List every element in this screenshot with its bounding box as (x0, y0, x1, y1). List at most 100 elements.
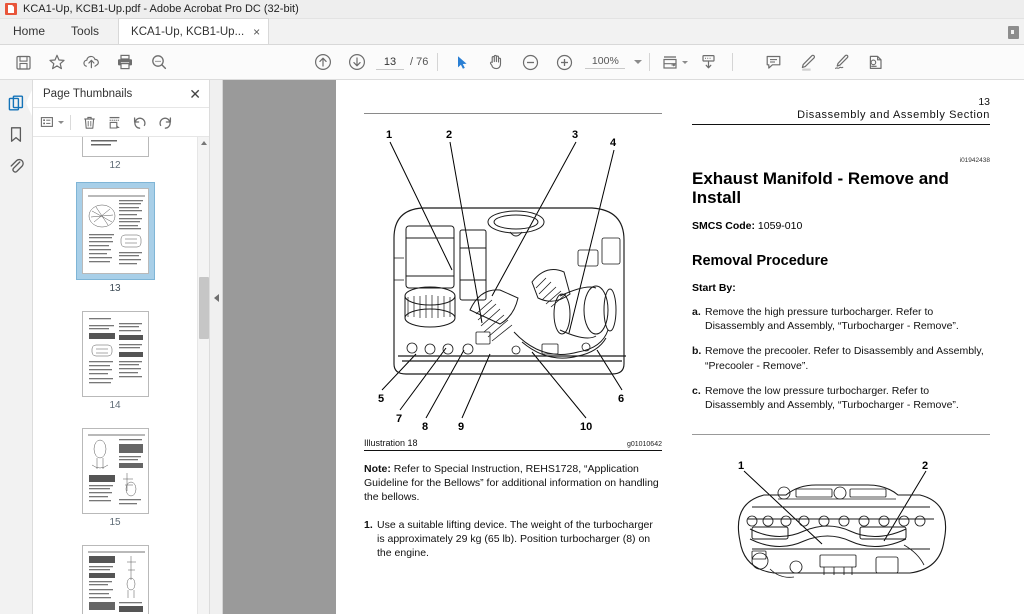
svg-text:8: 8 (422, 421, 428, 433)
scroll-up-icon[interactable] (201, 141, 207, 145)
thumbnail-options-button[interactable] (39, 110, 64, 134)
thumbnail-label: 15 (109, 517, 121, 528)
svg-text:10: 10 (580, 421, 592, 433)
document-viewport[interactable]: 1 2 3 4 5 7 8 9 10 6 Illustration 18 g01… (223, 80, 1024, 614)
page-left-column: 1 2 3 4 5 7 8 9 10 6 Illustration 18 g01… (364, 96, 662, 614)
chevron-down-icon-thumb[interactable] (57, 120, 64, 124)
illustration-18-caption: Illustration 18 g01010642 (364, 438, 662, 451)
collapse-panel-icon[interactable] (214, 294, 219, 302)
fill-and-sign-button[interactable] (824, 47, 858, 77)
fit-page-button[interactable] (657, 47, 691, 77)
svg-text:1: 1 (738, 460, 744, 472)
add-to-favorites-button[interactable] (40, 47, 74, 77)
illustration-19-graphic: 1 2 (692, 449, 990, 599)
step-text: Remove the high pressure turbocharger. R… (705, 306, 959, 333)
toolbar-divider (437, 53, 439, 71)
zoom-level-value: 100% (585, 55, 626, 69)
document-tab-label: KCA1-Up, KCB1-Up... (131, 25, 245, 38)
step-text: Use a suitable lifting device. The weigh… (377, 518, 653, 559)
list-item[interactable]: 14 (33, 311, 197, 411)
main-toolbar: / 76 100% (0, 45, 1024, 80)
page-total-label: / 76 (410, 56, 429, 68)
window-title-bar: KCA1-Up, KCB1-Up.pdf - Adobe Acrobat Pro… (0, 0, 1024, 19)
page-thumbnails-toolbar (33, 107, 209, 137)
svg-text:1: 1 (386, 129, 392, 141)
highlight-text-button[interactable] (790, 47, 824, 77)
menu-tools[interactable]: Tools (58, 18, 112, 44)
list-item[interactable]: 13 (33, 182, 197, 294)
chevron-down-icon-fit[interactable] (681, 60, 688, 64)
thumbnail-label: 12 (109, 160, 121, 171)
close-icon[interactable]: ✕ (189, 87, 201, 101)
illustration-18-graphic: 1 2 3 4 5 7 8 9 10 6 (364, 118, 662, 438)
thumbnail-frame (81, 428, 149, 514)
smcs-label: SMCS Code: (692, 220, 755, 233)
step-label: c. (692, 384, 701, 397)
removal-procedure-heading: Removal Procedure (692, 253, 829, 270)
thumbnail-page (81, 545, 149, 614)
page-thumbnails-title: Page Thumbnails (43, 87, 133, 100)
svg-text:2: 2 (922, 460, 928, 472)
save-button[interactable] (6, 47, 40, 77)
thumbnail-page (81, 188, 149, 274)
close-tab-icon[interactable]: × (253, 26, 260, 38)
smcs-value: 1059-010 (757, 220, 803, 233)
thumbnail-page (81, 137, 149, 157)
svg-text:3: 3 (572, 129, 578, 141)
step-label: a. (692, 306, 701, 319)
page-navigation: / 76 (376, 54, 429, 70)
application-body: Page Thumbnails ✕ 12 13 14 15 1 2 3 4 5 … (0, 80, 1024, 614)
delete-pages-button[interactable] (77, 110, 102, 134)
window-control-nub[interactable] (1008, 26, 1019, 39)
menu-home[interactable]: Home (0, 18, 58, 44)
note-paragraph: Note: Refer to Special Instruction, REHS… (364, 462, 662, 505)
next-page-button[interactable] (340, 47, 374, 77)
page-display-button[interactable] (691, 47, 725, 77)
thumbnail-page (81, 311, 149, 397)
page-number-input[interactable] (376, 54, 404, 70)
chevron-down-icon[interactable] (634, 60, 643, 64)
svg-text:9: 9 (458, 421, 464, 433)
list-item[interactable]: 15 (33, 428, 197, 528)
smcs-code: SMCS Code: 1059-010 (692, 220, 990, 232)
search-icon[interactable] (142, 47, 176, 77)
rotate-counterclockwise-icon[interactable] (127, 110, 152, 134)
print-button[interactable] (108, 47, 142, 77)
rail-page-thumbnails[interactable] (1, 88, 32, 119)
thumbnail-frame (81, 311, 149, 397)
thumbnails-scroll-area: 12 13 14 15 (33, 137, 209, 614)
column-top-rule (364, 113, 662, 114)
column-divider-rule (692, 434, 990, 436)
previous-page-button[interactable] (306, 47, 340, 77)
svg-text:4: 4 (610, 137, 617, 149)
tab-bar: Home Tools KCA1-Up, KCB1-Up... × (0, 18, 1024, 45)
extract-pages-button[interactable] (102, 110, 127, 134)
list-item[interactable]: 12 (33, 137, 197, 171)
send-file-button[interactable] (74, 47, 108, 77)
thumbnail-frame (81, 545, 149, 614)
step-label: b. (692, 345, 702, 358)
rotate-clockwise-icon[interactable] (152, 110, 177, 134)
numbered-step-1: 1. Use a suitable lifting device. The we… (364, 518, 662, 561)
thumbnail-label: 13 (109, 283, 121, 294)
scrollbar-thumb[interactable] (199, 277, 209, 339)
zoom-out-button[interactable] (513, 47, 547, 77)
svg-text:5: 5 (378, 393, 384, 405)
rail-attachments[interactable] (1, 150, 31, 181)
select-tool-button[interactable] (445, 47, 479, 77)
step-text: Remove the low pressure turbocharger. Re… (705, 384, 959, 411)
stamp-button[interactable] (858, 47, 892, 77)
procedure-step-a: a. Remove the high pressure turbocharger… (692, 305, 990, 333)
thumbnails-scrollbar[interactable] (197, 137, 209, 614)
rail-bookmarks[interactable] (1, 119, 31, 150)
zoom-in-button[interactable] (547, 47, 581, 77)
hand-tool-button[interactable] (479, 47, 513, 77)
zoom-level-control[interactable]: 100% (585, 55, 643, 69)
page-title: Exhaust Manifold - Remove and Install (692, 169, 949, 208)
step-text: Remove the precooler. Refer to Disassemb… (705, 345, 984, 372)
thumbnail-frame (75, 182, 155, 280)
list-item[interactable]: 16 (33, 545, 197, 614)
add-comment-button[interactable] (756, 47, 790, 77)
document-tab[interactable]: KCA1-Up, KCB1-Up... × (118, 18, 270, 44)
panel-splitter[interactable] (210, 80, 223, 614)
